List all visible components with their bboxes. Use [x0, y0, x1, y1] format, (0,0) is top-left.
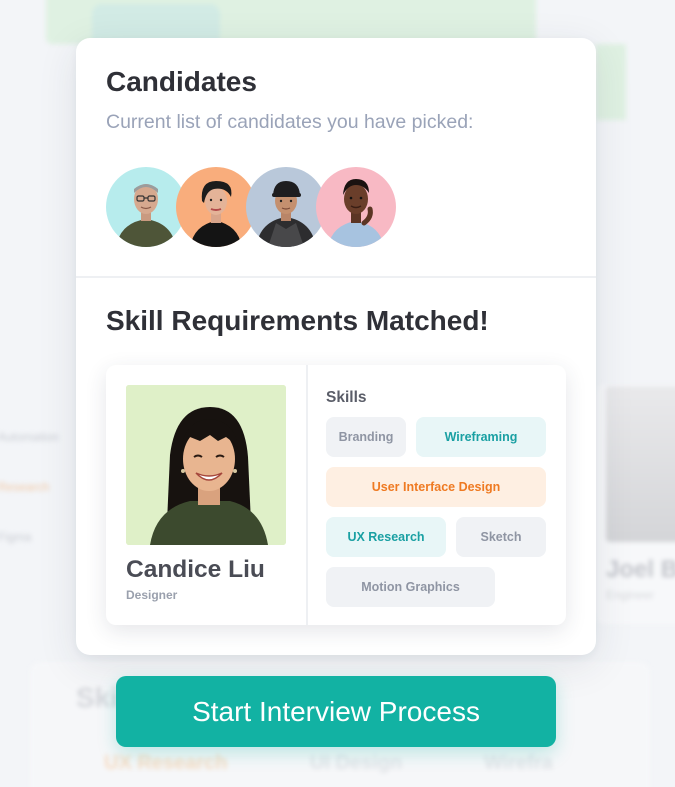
card-subtitle: Current list of candidates you have pick…	[106, 111, 474, 133]
background-profile-photo	[606, 386, 675, 542]
background-skill-label: Automation	[0, 430, 59, 444]
background-skill-label: Figma	[0, 530, 32, 544]
background-panel-title: Ski	[76, 682, 119, 713]
candidate-avatar-3[interactable]	[246, 167, 326, 247]
match-title: Skill Requirements Matched!	[106, 305, 489, 336]
skill-chip-ux-research: UX Research	[326, 517, 446, 557]
start-interview-button[interactable]: Start Interview Process	[116, 676, 556, 747]
section-divider	[76, 276, 596, 278]
background-profile-name: Joel B	[606, 556, 675, 583]
background-skill: UI Design	[310, 752, 403, 774]
candidate-photo	[126, 385, 286, 545]
candidate-avatar-1[interactable]	[106, 167, 186, 247]
profile-divider	[306, 365, 308, 625]
background-skill: Wirefra	[484, 752, 553, 774]
candidate-role: Designer	[126, 588, 178, 602]
background-profile-role: Engineer	[606, 588, 655, 602]
card-title: Candidates	[106, 66, 257, 97]
skill-chip-motion-graphics: Motion Graphics	[326, 567, 495, 607]
background-skill: UX Research	[104, 752, 228, 774]
candidate-avatar-4[interactable]	[316, 167, 396, 247]
candidate-profile-card[interactable]: Candice Liu Designer Skills Branding Wir…	[106, 365, 566, 625]
background-banner-edge	[596, 44, 626, 120]
skill-chip-user-interface-design: User Interface Design	[326, 467, 546, 507]
skill-chip-branding: Branding	[326, 417, 406, 457]
background-skill-label: Research	[0, 480, 50, 494]
candidates-card: Candidates Current list of candidates yo…	[76, 38, 596, 655]
skills-label: Skills	[326, 389, 367, 406]
skill-chip-wireframing: Wireframing	[416, 417, 546, 457]
candidate-avatar-2[interactable]	[176, 167, 256, 247]
candidate-name: Candice Liu	[126, 556, 265, 583]
profile-summary: Candice Liu Designer	[106, 365, 306, 625]
skill-chip-sketch: Sketch	[456, 517, 546, 557]
